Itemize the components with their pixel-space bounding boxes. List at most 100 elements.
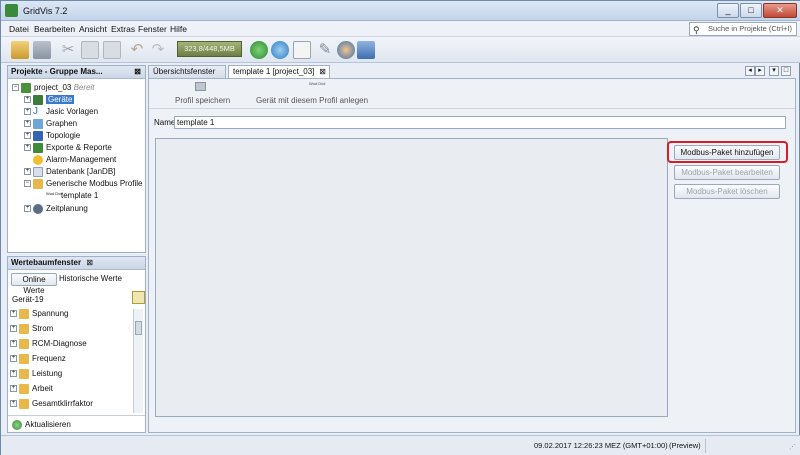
value-item-label: RCM-Diagnose — [32, 339, 87, 348]
tree-item-graphen[interactable]: + Graphen — [24, 118, 77, 130]
add-modbus-packet-button[interactable]: Modbus-Paket hinzufügen — [674, 145, 780, 160]
collapse-icon[interactable]: − — [12, 84, 19, 92]
tree-item-zeitplanung[interactable]: + Zeitplanung — [24, 203, 88, 215]
user-icon[interactable] — [337, 41, 355, 59]
expand-icon[interactable]: + — [10, 400, 17, 408]
value-item-strom[interactable]: + Strom — [10, 323, 53, 335]
menu-bearbeiten[interactable]: Bearbeiten — [34, 24, 75, 34]
name-label: Name — [154, 118, 176, 127]
delete-modbus-packet-button[interactable]: Modbus-Paket löschen — [674, 184, 780, 199]
tree-item-datenbank[interactable]: + Datenbank [JanDB] — [24, 166, 115, 178]
tree-item-topologie[interactable]: + Topologie — [24, 130, 80, 142]
tab-historic-values[interactable]: Historische Werte — [59, 274, 122, 283]
refresh-icon — [12, 419, 22, 430]
close-button[interactable]: ✕ — [763, 3, 797, 18]
value-item-spannung[interactable]: + Spannung — [10, 308, 68, 320]
gridvis-app-icon — [5, 4, 18, 17]
menu-extras[interactable]: Extras — [111, 24, 135, 34]
folder-icon — [19, 323, 29, 334]
menu-ansicht[interactable]: Ansicht — [79, 24, 107, 34]
tree-item-jasic[interactable]: + J Jasic Vorlagen — [24, 106, 98, 118]
expand-icon[interactable]: + — [24, 168, 31, 176]
cut-icon[interactable]: ✂ — [59, 41, 77, 59]
tab-scroll-left-icon[interactable]: ◂ — [745, 66, 755, 76]
edit-modbus-packet-button[interactable]: Modbus-Paket bearbeiten — [674, 165, 780, 180]
monitor-icon[interactable] — [357, 41, 375, 59]
expand-icon[interactable]: + — [10, 340, 17, 348]
values-panel-title: Wertebaumfenster — [11, 258, 82, 267]
open-project-icon[interactable] — [11, 41, 29, 59]
menu-fenster[interactable]: Fenster — [138, 24, 167, 34]
expand-icon[interactable]: + — [24, 120, 31, 128]
value-item-klirrfaktor[interactable]: + Gesamtklirrfaktor — [10, 398, 93, 410]
memory-usage-indicator[interactable]: 323,8/448,5MB — [177, 41, 242, 57]
value-item-arbeit[interactable]: + Arbeit — [10, 383, 53, 395]
tree-root-project[interactable]: − project_03 Bereit — [12, 82, 95, 94]
tools-icon[interactable]: ✎ — [316, 41, 334, 59]
expand-icon[interactable]: + — [10, 370, 17, 378]
import-icon[interactable] — [293, 41, 311, 59]
tree-item-alarm[interactable]: Alarm-Management — [33, 154, 116, 166]
refresh-button[interactable]: Aktualisieren — [12, 419, 71, 431]
expand-icon[interactable]: + — [24, 132, 31, 140]
tab-close-icon[interactable]: ⊠ — [319, 66, 326, 78]
paste-icon[interactable] — [103, 41, 121, 59]
tree-item-label: Generische Modbus Profile — [46, 179, 143, 188]
search-input[interactable]: ⚲ Suche in Projekte (Ctrl+I) — [689, 22, 797, 36]
value-item-frequenz[interactable]: + Frequenz — [10, 353, 66, 365]
expand-icon[interactable]: + — [10, 355, 17, 363]
copy-icon[interactable] — [81, 41, 99, 59]
bell-icon — [33, 154, 43, 165]
vertical-scrollbar[interactable] — [133, 309, 143, 413]
expand-icon[interactable]: + — [10, 325, 17, 333]
create-device-icon[interactable]: Wod Dvd — [309, 81, 325, 86]
expand-icon[interactable]: + — [24, 205, 31, 213]
tab-scroll-right-icon[interactable]: ▸ — [755, 66, 765, 76]
tree-item-template[interactable]: Wod Dvdtemplate 1 — [46, 190, 98, 202]
minimize-button[interactable]: _ — [717, 3, 739, 18]
save-profile-button[interactable]: Profil speichern — [175, 96, 230, 105]
values-panel-header: Wertebaumfenster ⊠ — [8, 257, 145, 270]
modbus-packet-list[interactable] — [155, 138, 668, 417]
menu-datei[interactable]: Datei — [9, 24, 29, 34]
tab-online-values[interactable]: Online Werte — [11, 273, 57, 295]
panel-close-icon[interactable]: ⊠ — [134, 66, 141, 78]
close-project-icon[interactable] — [33, 41, 51, 59]
panel-close-icon[interactable]: ⊠ — [86, 258, 93, 267]
folder-icon — [19, 383, 29, 394]
create-device-button[interactable]: Gerät mit diesem Profil anlegen — [256, 96, 368, 105]
value-item-rcm[interactable]: + RCM-Diagnose — [10, 338, 87, 350]
expand-icon[interactable]: + — [24, 96, 31, 104]
device-sync-icon[interactable] — [271, 41, 289, 59]
folder-icon — [19, 338, 29, 349]
search-device-icon[interactable] — [132, 291, 145, 304]
menu-hilfe[interactable]: Hilfe — [170, 24, 187, 34]
tree-item-exporte[interactable]: + Exporte & Reporte — [24, 142, 112, 154]
collapse-icon[interactable]: − — [24, 180, 31, 188]
tab-template-1[interactable]: template 1 [project_03] ⊠ — [228, 65, 330, 78]
tab-uebersichtsfenster[interactable]: Übersichtsfenster — [148, 65, 226, 78]
maximize-button[interactable]: □ — [740, 3, 762, 18]
undo-icon[interactable]: ↶ — [128, 41, 146, 59]
redo-icon[interactable]: ↷ — [149, 41, 167, 59]
save-profile-icon[interactable] — [195, 82, 206, 91]
value-item-label: Arbeit — [32, 384, 53, 393]
project-name: project_03 — [34, 83, 72, 92]
maximize-editor-icon[interactable]: □ — [781, 66, 791, 76]
expand-icon[interactable]: + — [10, 385, 17, 393]
status-datetime: 09.02.2017 12:26:23 MEZ (GMT+01:00) — [534, 441, 668, 450]
value-item-leistung[interactable]: + Leistung — [10, 368, 62, 380]
tab-list-icon[interactable]: ▾ — [769, 66, 779, 76]
expand-icon[interactable]: + — [24, 108, 31, 116]
refresh-devices-icon[interactable] — [250, 41, 268, 59]
projects-panel: Projekte - Gruppe Mas... ⊠ − project_03 B… — [7, 65, 146, 253]
tree-item-modbus-profile[interactable]: − Generische Modbus Profile — [24, 178, 143, 190]
resize-grip-icon[interactable]: ⋰ — [789, 443, 796, 451]
name-input[interactable]: template 1 — [174, 116, 786, 129]
tree-item-geraete[interactable]: + Geräte — [24, 94, 75, 106]
database-icon — [33, 166, 43, 177]
expand-icon[interactable]: + — [10, 310, 17, 318]
scrollbar-thumb[interactable] — [135, 321, 142, 335]
expand-icon[interactable]: + — [24, 144, 31, 152]
folder-icon — [19, 308, 29, 319]
